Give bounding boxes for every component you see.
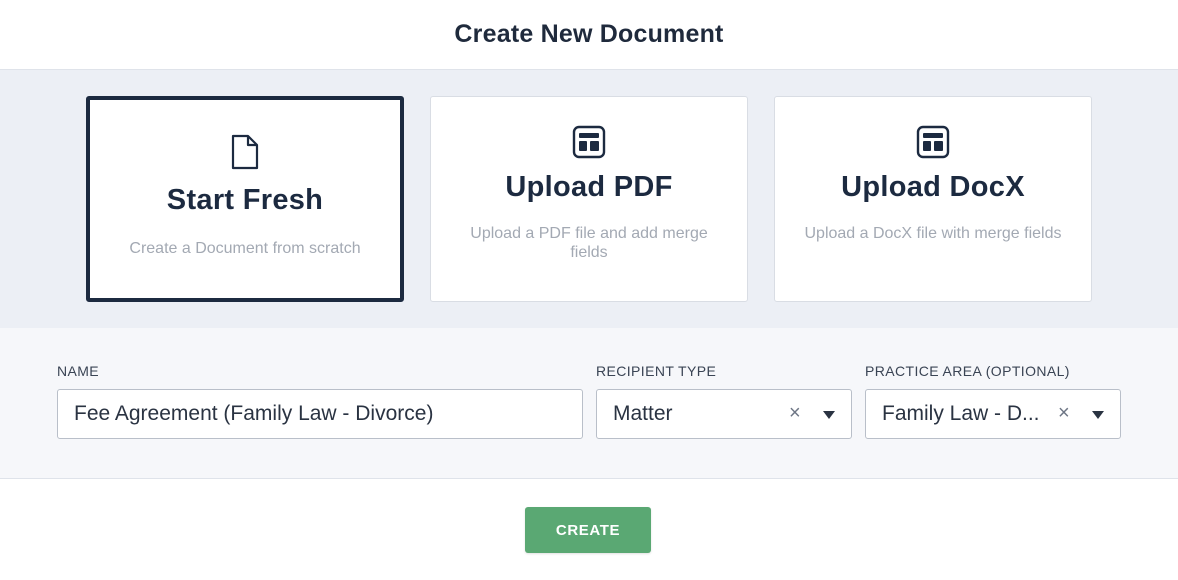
option-card-upload-docx[interactable]: Upload DocX Upload a DocX file with merg… — [774, 96, 1092, 302]
option-title: Upload DocX — [841, 171, 1025, 203]
option-description: Upload a DocX file with merge fields — [804, 225, 1062, 242]
chevron-down-icon[interactable] — [823, 411, 835, 419]
name-input-value: Fee Agreement (Family Law - Divorce) — [74, 402, 434, 425]
create-button[interactable]: CREATE — [525, 507, 651, 553]
document-type-options: Start Fresh Create a Document from scrat… — [0, 70, 1178, 328]
name-label: NAME — [57, 363, 100, 379]
option-title: Upload PDF — [505, 171, 673, 203]
practice-area-value: Family Law - D... — [882, 402, 1040, 425]
option-title: Start Fresh — [166, 184, 324, 216]
option-description: Create a Document from scratch — [129, 240, 361, 257]
option-card-upload-pdf[interactable]: Upload PDF Upload a PDF file and add mer… — [430, 96, 748, 302]
recipient-type-value: Matter — [613, 402, 673, 425]
practice-area-label: PRACTICE AREA (OPTIONAL) — [865, 363, 1070, 379]
create-document-dialog: Create New Document Start Fresh Create a… — [0, 0, 1178, 580]
clear-icon[interactable]: × — [789, 403, 801, 423]
clear-icon[interactable]: × — [1058, 403, 1070, 423]
dialog-title: Create New Document — [454, 20, 724, 48]
template-icon — [916, 125, 950, 159]
dialog-footer: CREATE — [0, 480, 1178, 580]
name-input[interactable]: Fee Agreement (Family Law - Divorce) — [57, 389, 583, 439]
document-details-form: NAME Fee Agreement (Family Law - Divorce… — [0, 328, 1178, 479]
dialog-header: Create New Document — [0, 0, 1178, 70]
chevron-down-icon[interactable] — [1092, 411, 1104, 419]
option-description: Upload a PDF file and add merge fields — [470, 225, 708, 261]
option-card-start-fresh[interactable]: Start Fresh Create a Document from scrat… — [86, 96, 404, 302]
template-icon — [572, 125, 606, 159]
practice-area-select[interactable]: Family Law - D... × — [865, 389, 1121, 439]
recipient-type-select[interactable]: Matter × — [596, 389, 852, 439]
document-icon — [231, 134, 259, 170]
recipient-type-label: RECIPIENT TYPE — [596, 363, 717, 379]
